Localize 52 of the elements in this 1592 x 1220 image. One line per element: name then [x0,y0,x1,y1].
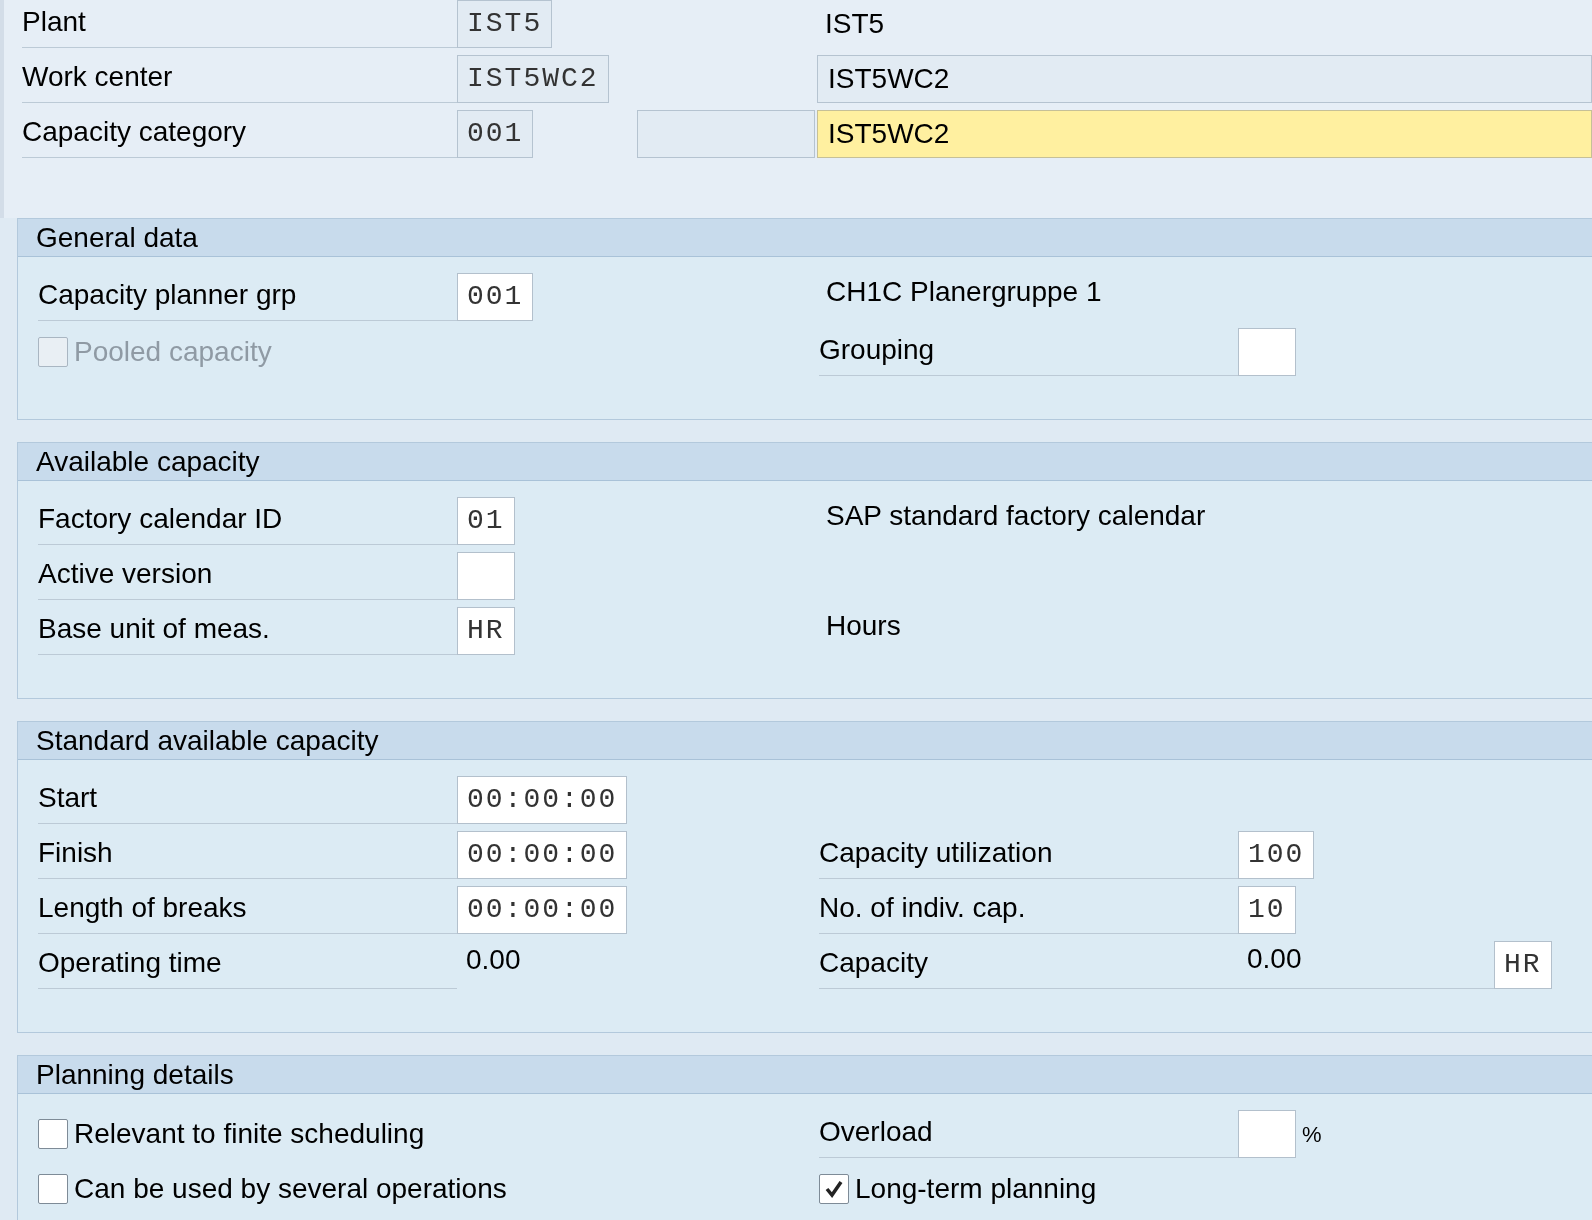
input-field[interactable]: HR [457,607,515,655]
section-title: Available capacity [18,443,1592,481]
description-field: IST5WC2 [817,55,1592,103]
input-field[interactable]: 001 [457,273,534,321]
description-text: IST5 [824,7,885,41]
section-title: General data [18,219,1592,257]
description-text: CH1C Planergruppe 1 [825,275,1102,309]
field-label: Capacity [819,941,1238,989]
checkbox-label: Pooled capacity [74,335,272,369]
checkbox[interactable] [38,1119,68,1149]
description-field: IST5WC2 [817,110,1592,158]
input-field[interactable]: 10 [1238,886,1296,934]
field-label: Factory calendar ID [38,497,457,545]
input-field[interactable] [1238,1110,1296,1158]
field-label: Overload [819,1110,1238,1158]
input-field[interactable]: IST5WC2 [457,55,609,103]
input-field[interactable]: 100 [1238,831,1315,879]
input-field[interactable]: 00:00:00 [457,776,628,824]
input-field[interactable]: 00:00:00 [457,831,628,879]
input-field[interactable]: 01 [457,497,515,545]
value-text: 0.00 [465,943,521,977]
field-label: No. of indiv. cap. [819,886,1238,934]
field-label: Work center [22,55,457,103]
checkbox-label: Long-term planning [855,1172,1097,1206]
field-label: Capacity planner grp [38,273,457,321]
description-text: SAP standard factory calendar [825,499,1206,533]
checkbox[interactable] [38,1174,68,1204]
field-label: Base unit of meas. [38,607,457,655]
checkbox-label: Can be used by several operations [74,1172,507,1206]
field-label: Finish [38,831,457,879]
field-label: Capacity category [22,110,457,158]
input-field[interactable]: IST5 [457,0,553,48]
input-field[interactable]: HR [1494,941,1552,989]
input-field[interactable]: 001 [457,110,534,158]
field-label: Capacity utilization [819,831,1238,879]
percent-sign: % [1301,1121,1322,1149]
section-title: Standard available capacity [18,722,1592,760]
field-label: Plant [22,0,457,48]
field-label: Grouping [819,328,1238,376]
input-field[interactable] [1238,328,1296,376]
checkbox[interactable] [819,1174,849,1204]
field-label: Start [38,776,457,824]
input-field[interactable] [637,110,815,158]
input-field[interactable]: 00:00:00 [457,886,628,934]
field-label: Length of breaks [38,886,457,934]
checkmark-icon [823,1178,845,1200]
field-label: Operating time [38,941,457,989]
checkbox-label: Relevant to finite scheduling [74,1117,425,1151]
field-label: Active version [38,552,457,600]
description-text: Hours [825,609,901,643]
input-field[interactable] [457,552,515,600]
section-title: Planning details [18,1056,1592,1094]
